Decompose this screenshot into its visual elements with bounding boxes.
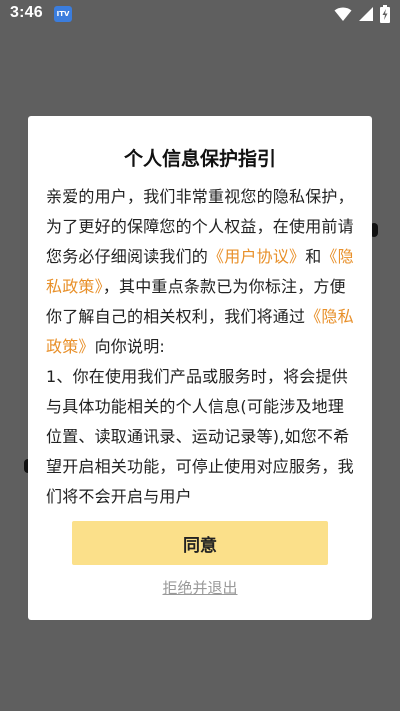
privacy-text: 亲爱的用户，我们非常重视您的隐私保护，为了更好的保障您的个人权益，在使用前请您务…	[46, 182, 358, 512]
user-agreement-link[interactable]: 《用户协议》	[208, 247, 305, 266]
status-time: 3:46	[10, 4, 43, 21]
status-bar: 3:46 ITV	[0, 0, 400, 28]
screen: 3:46 ITV 个人信息保护指引 亲爱的用户，我们非常重视您的隐私保护，为了更…	[0, 0, 400, 711]
battery-charging-icon	[380, 5, 390, 23]
decline-and-exit-link[interactable]: 拒绝并退出	[28, 577, 372, 598]
signal-icon	[358, 6, 374, 22]
dialog-body[interactable]: 亲爱的用户，我们非常重视您的隐私保护，为了更好的保障您的个人权益，在使用前请您务…	[46, 182, 358, 568]
dialog-title: 个人信息保护指引	[123, 148, 276, 170]
wifi-icon	[334, 6, 352, 22]
agree-button[interactable]: 同意	[72, 521, 328, 565]
privacy-text-part: 和	[305, 247, 322, 266]
privacy-dialog: 个人信息保护指引 亲爱的用户，我们非常重视您的隐私保护，为了更好的保障您的个人权…	[28, 116, 372, 620]
privacy-text-part: 向你说明:	[94, 337, 166, 356]
status-icons	[334, 5, 390, 23]
privacy-text-part: 1、你在使用我们产品或服务时，将会提供与具体功能相关的个人信息(可能涉及地理位置…	[46, 367, 354, 506]
app-notification-icon: ITV	[54, 6, 72, 22]
